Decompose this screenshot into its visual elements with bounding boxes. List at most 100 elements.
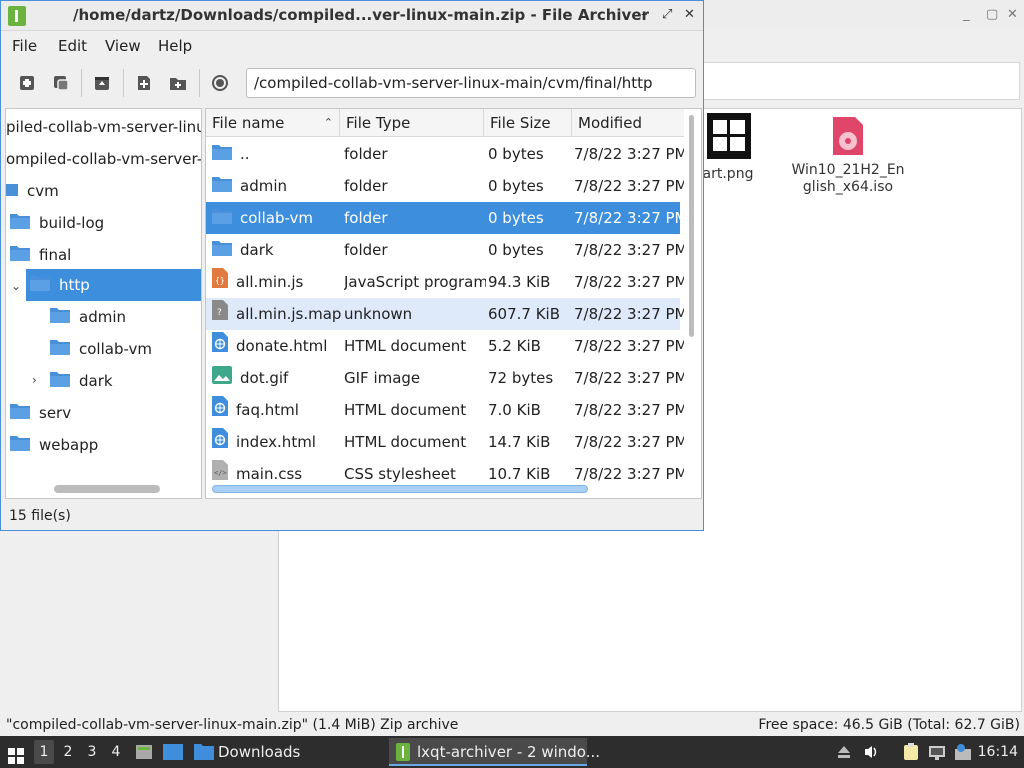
column-header-file-name[interactable]: File name ⌃	[206, 109, 340, 137]
file-row[interactable]: ? all.min.js.map unknown 607.7 KiB 7/8/22 3:…	[206, 298, 684, 331]
file-size: 0 bytes	[488, 241, 544, 259]
tree-item-cvm[interactable]: cvm	[6, 175, 59, 207]
tree-item-http[interactable]: http	[26, 269, 201, 301]
column-header-file-type[interactable]: File Type	[340, 109, 484, 137]
volume-icon[interactable]	[864, 744, 880, 760]
folder-tree[interactable]: piled-collab-vm-server-linux-m ompiled-c…	[5, 108, 202, 499]
file-modified: 7/8/22 3:27 PM	[574, 177, 684, 195]
file-modified: 7/8/22 3:27 PM	[574, 145, 684, 163]
archiver-titlebar[interactable]: /home/dartz/Downloads/compiled...ver-lin…	[1, 1, 703, 31]
tree-item-label: piled-collab-vm-server-linux-m	[6, 118, 201, 136]
file-row[interactable]: collab-vm folder 0 bytes 7/8/22 3:27 PM	[206, 202, 684, 234]
tree-collapse-icon[interactable]: ⌄	[11, 279, 21, 293]
file-art-png[interactable]: art.png	[699, 113, 759, 183]
show-desktop-icon[interactable]	[163, 743, 183, 761]
stop-button[interactable]	[210, 73, 230, 93]
toolbar-separator	[123, 69, 124, 97]
add-folder-button[interactable]	[168, 73, 188, 93]
menu-file[interactable]: File	[12, 37, 37, 55]
tree-item-label: cvm	[27, 182, 59, 200]
file-win10-iso[interactable]: Win10_21H2_En glish_x64.iso	[783, 115, 913, 196]
file-row[interactable]: faq.html HTML document 7.0 KiB 7/8/22 3:27 …	[206, 394, 684, 427]
folder-icon	[50, 334, 70, 366]
folder-icon	[10, 398, 30, 430]
tree-item-serv[interactable]: serv	[10, 397, 71, 429]
file-name-cell: admin	[212, 170, 342, 203]
desktop-1[interactable]: 1	[34, 740, 54, 764]
file-name-cell: ? all.min.js.map	[212, 298, 342, 331]
tree-item-final[interactable]: final	[10, 239, 71, 271]
desktop-4[interactable]: 4	[106, 740, 126, 764]
close-icon[interactable]: ✕	[1007, 7, 1018, 22]
tree-item-webapp[interactable]: webapp	[10, 429, 98, 461]
tree-expand-icon[interactable]: ›	[32, 373, 37, 387]
minimize-icon[interactable]: –	[641, 7, 648, 22]
location-path-input[interactable]	[246, 68, 696, 98]
folder-icon	[212, 171, 232, 203]
folder-icon	[10, 430, 30, 462]
file-size: 72 bytes	[488, 369, 554, 387]
file-type: folder	[344, 145, 388, 163]
column-label: File Type	[346, 114, 411, 132]
close-icon[interactable]: ✕	[684, 7, 695, 22]
menu-edit[interactable]: Edit	[58, 37, 87, 55]
file-modified: 7/8/22 3:27 PM	[574, 401, 684, 419]
tree-item-admin[interactable]: admin	[50, 301, 126, 333]
desktop-3[interactable]: 3	[82, 740, 102, 764]
file-manager-launcher-icon[interactable]	[135, 743, 153, 761]
file-row[interactable]: dot.gif GIF image 72 bytes 7/8/22 3:27 PM	[206, 362, 684, 394]
file-list-vertical-scrollbar[interactable]	[689, 115, 694, 337]
file-row[interactable]: admin folder 0 bytes 7/8/22 3:27 PM	[206, 170, 684, 203]
restore-icon[interactable]: ⤢	[662, 7, 672, 22]
folder-icon	[10, 240, 30, 272]
file-list-horizontal-scrollbar[interactable]	[212, 485, 588, 493]
taskbar-clock[interactable]: 16:14	[978, 736, 1018, 768]
open-archive-button[interactable]	[51, 73, 71, 93]
add-files-button[interactable]	[134, 73, 154, 93]
tree-horizontal-scrollbar[interactable]	[54, 485, 160, 493]
desktop-2[interactable]: 2	[58, 740, 78, 764]
eject-icon[interactable]	[836, 744, 852, 760]
tree-item-label: build-log	[39, 214, 105, 232]
file-size: 0 bytes	[488, 145, 544, 163]
tree-item-collab-vm[interactable]: collab-vm	[50, 333, 152, 365]
file-list-header: File name ⌃ File Type File Size Modified	[206, 109, 684, 137]
status-selection-info: "compiled-collab-vm-server-linux-main.zi…	[6, 717, 459, 733]
new-archive-icon	[20, 76, 34, 90]
archiver-icon	[396, 743, 410, 761]
file-list[interactable]: File name ⌃ File Type File Size Modified …	[205, 108, 702, 499]
file-row[interactable]: index.html HTML document 14.7 KiB 7/8/22 3:…	[206, 426, 684, 458]
clipboard-icon[interactable]	[902, 743, 920, 761]
tree-item-root-folder[interactable]: ompiled-collab-vm-server-linu	[6, 143, 201, 175]
taskbar: 1 2 3 4 Downloads lxqt-archiver - 2 wind…	[0, 736, 1024, 768]
network-icon[interactable]	[928, 743, 946, 761]
new-archive-button[interactable]	[17, 73, 37, 93]
file-row[interactable]: dark folder 0 bytes 7/8/22 3:27 PM	[206, 234, 684, 266]
file-modified: 7/8/22 3:27 PM	[574, 433, 684, 451]
file-label-line1: Win10_21H2_En	[791, 162, 905, 178]
start-menu-button[interactable]	[8, 744, 24, 764]
tree-item-dark[interactable]: dark	[50, 365, 113, 397]
menu-view[interactable]: View	[105, 37, 141, 55]
file-type: JavaScript program	[344, 273, 486, 291]
task-lxqt-archiver[interactable]: lxqt-archiver - 2 windo...	[389, 738, 600, 766]
tree-item-build-log[interactable]: build-log	[10, 207, 104, 239]
update-notifier-icon[interactable]	[954, 743, 972, 761]
background-path-bar[interactable]	[700, 62, 1020, 100]
extract-button[interactable]	[92, 73, 112, 93]
html-file-icon	[212, 395, 228, 427]
file-size: 5.2 KiB	[488, 337, 541, 355]
file-row[interactable]: donate.html HTML document 5.2 KiB 7/8/22 3:…	[206, 330, 684, 362]
maximize-icon[interactable]: ▢	[986, 7, 998, 22]
file-row[interactable]: .. folder 0 bytes 7/8/22 3:27 PM	[206, 138, 684, 170]
column-header-file-size[interactable]: File Size	[484, 109, 572, 137]
minimize-icon[interactable]: _	[963, 7, 970, 22]
file-type: HTML document	[344, 337, 467, 355]
tree-item-archive-root[interactable]: piled-collab-vm-server-linux-m	[6, 111, 201, 143]
menu-help[interactable]: Help	[158, 37, 192, 55]
svg-text:</>: </>	[214, 469, 227, 477]
task-downloads[interactable]: Downloads	[192, 738, 300, 766]
file-row[interactable]: {} all.min.js JavaScript program 94.3 KiB 7/…	[206, 266, 684, 298]
column-header-modified[interactable]: Modified	[572, 109, 684, 137]
open-archive-icon	[54, 76, 69, 91]
